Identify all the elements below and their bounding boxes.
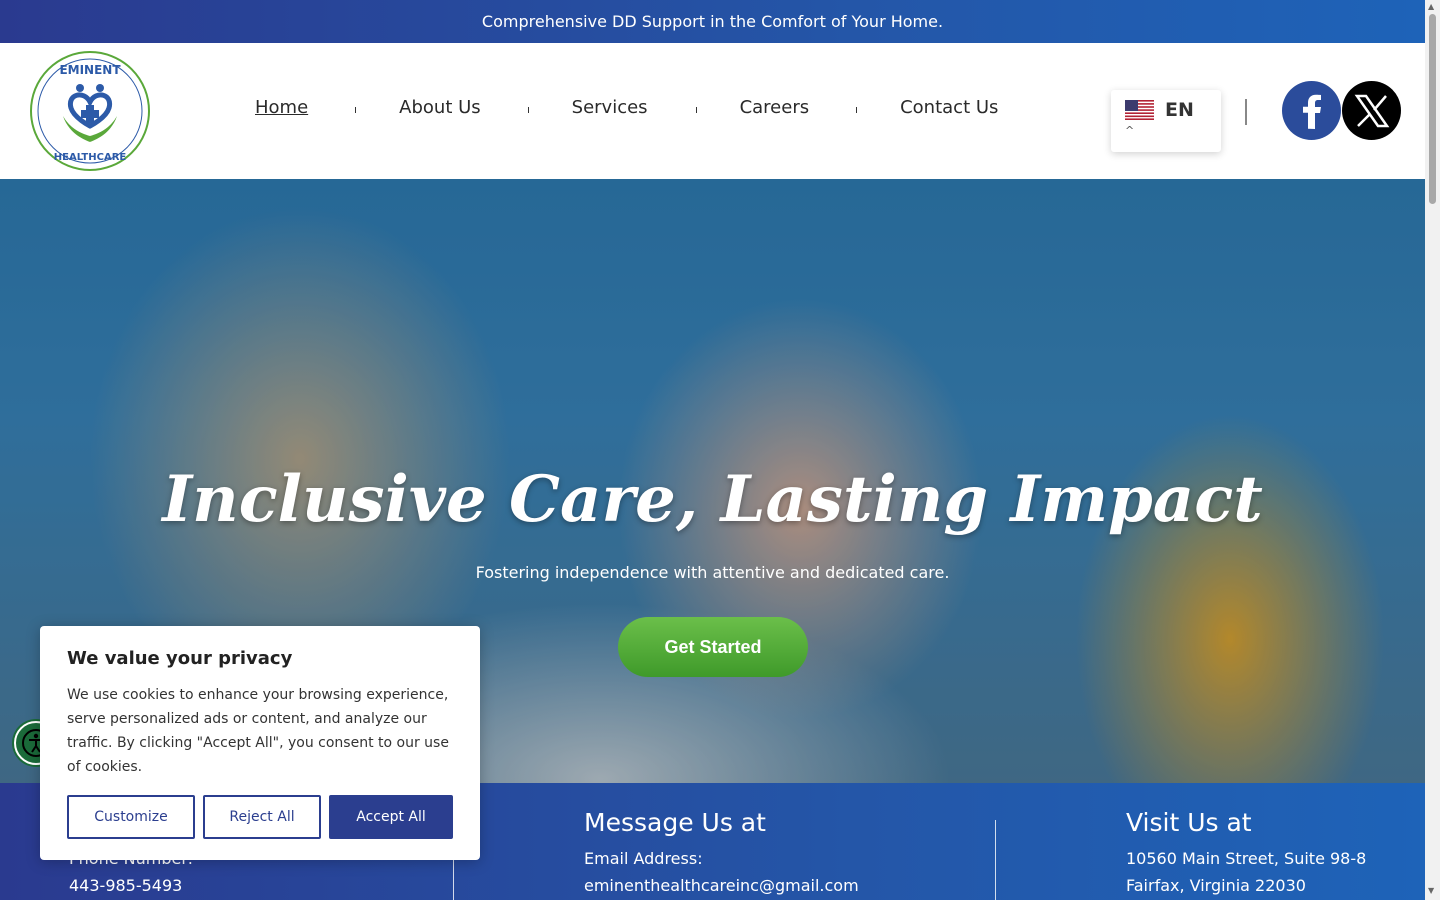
column-divider bbox=[995, 820, 996, 900]
facebook-icon bbox=[1302, 94, 1321, 129]
x-button[interactable] bbox=[1342, 81, 1401, 140]
nav-home[interactable]: Home bbox=[255, 97, 308, 118]
hero-title: Inclusive Care, Lasting Impact bbox=[162, 462, 1263, 537]
nav-contact-us[interactable]: Contact Us bbox=[900, 97, 998, 118]
message-heading: Message Us at bbox=[584, 808, 766, 837]
customize-button[interactable]: Customize bbox=[67, 795, 195, 839]
facebook-button[interactable] bbox=[1282, 81, 1341, 140]
nav-about-us[interactable]: About Us bbox=[399, 97, 481, 118]
phone-value[interactable]: 443-985-5493 bbox=[69, 876, 193, 895]
us-flag-icon bbox=[1125, 100, 1154, 120]
site-header: EMINENT HEALTHCARE Home About Us Service… bbox=[0, 43, 1425, 179]
cookie-body: We use cookies to enhance your browsing … bbox=[67, 687, 449, 775]
logo-text-bottom: HEALTHCARE bbox=[54, 152, 127, 163]
header-divider bbox=[1245, 99, 1247, 125]
reject-all-button[interactable]: Reject All bbox=[203, 795, 321, 839]
eminent-healthcare-logo[interactable]: EMINENT HEALTHCARE bbox=[29, 50, 151, 172]
address-line-1: 10560 Main Street, Suite 98-8 bbox=[1126, 849, 1367, 868]
announcement-bar: Comprehensive DD Support in the Comfort … bbox=[0, 0, 1425, 43]
get-started-button[interactable]: Get Started bbox=[618, 617, 808, 677]
scroll-down-icon[interactable]: ▼ bbox=[1428, 886, 1434, 895]
language-selector[interactable]: EN ^ bbox=[1111, 90, 1221, 152]
announcement-text: Comprehensive DD Support in the Comfort … bbox=[481, 12, 944, 31]
nav-separator bbox=[527, 106, 529, 113]
language-code: EN bbox=[1165, 99, 1194, 121]
x-icon bbox=[1354, 94, 1389, 127]
chevron-up-icon: ^ bbox=[1125, 124, 1135, 137]
logo-text-top: EMINENT bbox=[59, 63, 121, 77]
address-line-2: Fairfax, Virginia 22030 bbox=[1126, 876, 1306, 895]
visit-heading: Visit Us at bbox=[1126, 808, 1252, 837]
message-column: Message Us at Email Address: eminentheal… bbox=[584, 783, 859, 895]
scrollbar-thumb[interactable] bbox=[1429, 14, 1436, 204]
accept-all-button[interactable]: Accept All bbox=[329, 795, 453, 839]
cookie-actions: Customize Reject All Accept All bbox=[67, 795, 453, 839]
nav-separator bbox=[355, 106, 357, 113]
nav-separator bbox=[856, 106, 858, 113]
scroll-up-icon[interactable]: ▲ bbox=[1428, 2, 1434, 11]
email-value[interactable]: eminenthealthcareinc@gmail.com bbox=[584, 876, 859, 895]
cookie-title: We value your privacy bbox=[67, 648, 293, 669]
email-label: Email Address: bbox=[584, 849, 703, 868]
nav-separator bbox=[695, 106, 697, 113]
main-nav: Home About Us Services Careers Contact U… bbox=[255, 97, 998, 118]
page-scrollbar[interactable]: ▲ ▼ bbox=[1425, 0, 1440, 900]
visit-column: Visit Us at 10560 Main Street, Suite 98-… bbox=[1126, 783, 1366, 895]
nav-careers[interactable]: Careers bbox=[740, 97, 810, 118]
hero-subtitle: Fostering independence with attentive an… bbox=[475, 563, 950, 582]
cookie-consent-banner: We value your privacy We use cookies to … bbox=[40, 626, 480, 860]
nav-services[interactable]: Services bbox=[572, 97, 648, 118]
